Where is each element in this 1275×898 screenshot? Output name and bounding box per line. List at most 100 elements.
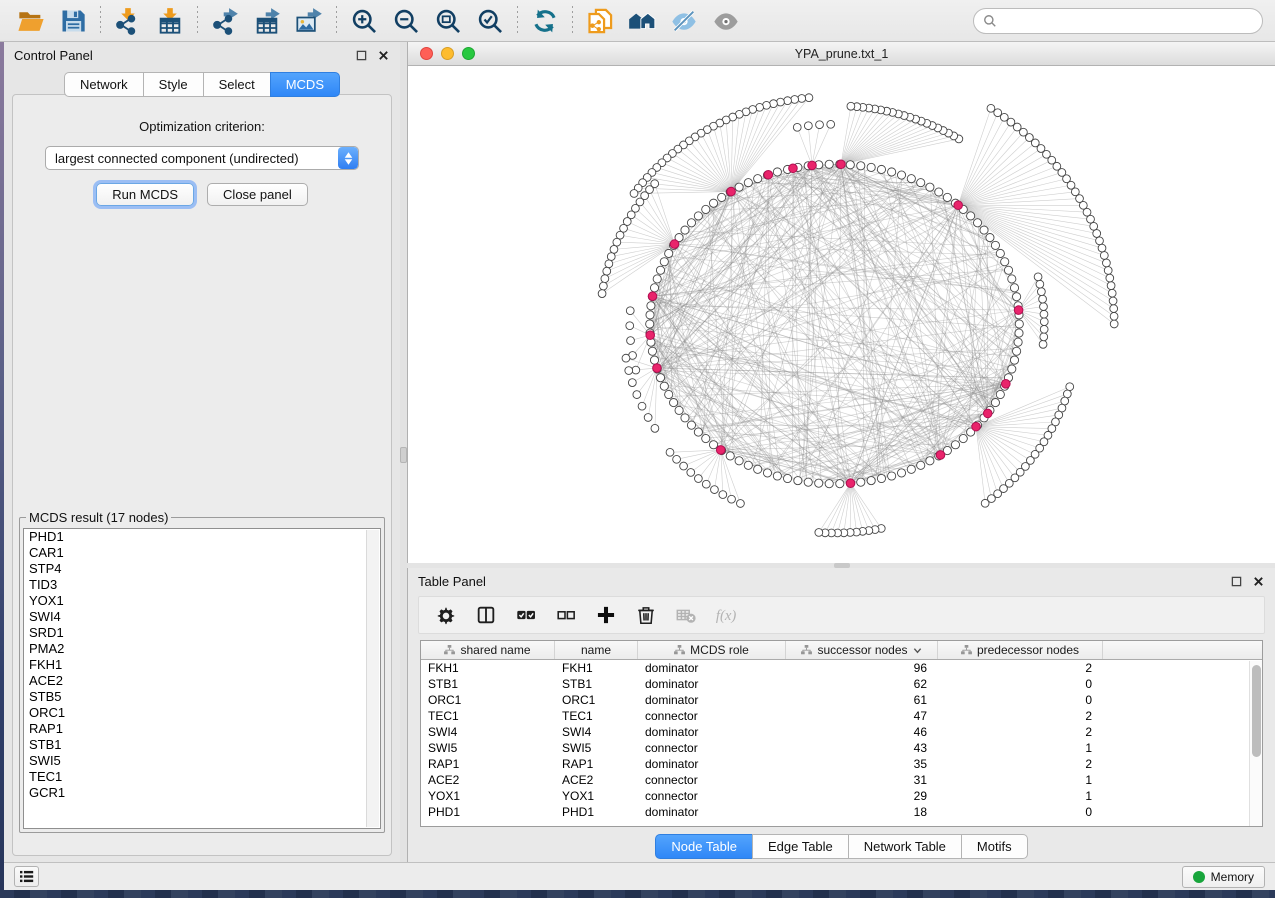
table-scrollbar[interactable] [1249, 661, 1262, 826]
memory-button[interactable]: Memory [1182, 866, 1265, 888]
export-image-button[interactable] [288, 4, 330, 38]
delete-table-button [671, 600, 701, 630]
scrollbar-thumb[interactable] [1252, 665, 1261, 757]
window-minimize-button[interactable] [441, 47, 454, 60]
tab-select[interactable]: Select [203, 72, 270, 97]
mcds-list-scrollbar[interactable] [366, 530, 379, 827]
table-cell: dominator [638, 756, 786, 772]
mcds-result-item: PHD1 [24, 529, 380, 545]
float-table-panel-button[interactable] [1227, 572, 1245, 590]
mcds-result-item: CAR1 [24, 545, 380, 561]
select-all-button[interactable] [511, 600, 541, 630]
toolbar-separator [100, 6, 101, 36]
column-label: name [581, 643, 611, 657]
table-cell: RAP1 [555, 756, 638, 772]
table-cell: ACE2 [555, 772, 638, 788]
close-mcds-panel-button[interactable]: Close panel [207, 183, 308, 206]
tab-network[interactable]: Network [64, 72, 143, 97]
first-neighbors-button[interactable] [621, 4, 663, 38]
import-table-icon [156, 7, 184, 35]
save-session-icon [59, 7, 87, 35]
save-session-button[interactable] [52, 4, 94, 38]
column-header-successor-nodes[interactable]: successor nodes [786, 641, 938, 659]
column-header-name[interactable]: name [555, 641, 638, 659]
delete-column-icon [635, 604, 657, 626]
table-cell: 43 [786, 740, 938, 756]
task-history-button[interactable] [14, 866, 39, 887]
zoom-selected-icon [476, 7, 504, 35]
zoom-selected-button[interactable] [469, 4, 511, 38]
table-cell: SWI4 [555, 724, 638, 740]
table-row[interactable]: FKH1FKH1dominator962 [421, 660, 1262, 676]
import-network-button[interactable] [107, 4, 149, 38]
window-close-button[interactable] [420, 47, 433, 60]
table-cell: ORC1 [421, 692, 555, 708]
network-canvas[interactable] [408, 66, 1275, 563]
search-field[interactable] [973, 8, 1263, 34]
network-window-titlebar[interactable]: YPA_prune.txt_1 [408, 42, 1275, 66]
table-cell: 47 [786, 708, 938, 724]
clone-network-button[interactable] [579, 4, 621, 38]
function-builder-button: f(x) [711, 600, 741, 630]
export-network-button[interactable] [204, 4, 246, 38]
close-panel-button[interactable] [374, 46, 392, 64]
table-settings-button[interactable] [431, 600, 461, 630]
control-panel-title: Control Panel [14, 48, 93, 63]
table-cell: 62 [786, 676, 938, 692]
refresh-button[interactable] [524, 4, 566, 38]
open-file-button[interactable] [10, 4, 52, 38]
table-row[interactable]: SWI5SWI5connector431 [421, 740, 1262, 756]
tab-node-table[interactable]: Node Table [655, 834, 752, 859]
search-input[interactable] [1003, 14, 1253, 28]
network-graph[interactable] [408, 66, 1275, 563]
table-cell: connector [638, 788, 786, 804]
import-table-button[interactable] [149, 4, 191, 38]
splitter-grip[interactable] [400, 447, 407, 463]
add-column-button[interactable] [591, 600, 621, 630]
close-table-panel-button[interactable] [1249, 572, 1267, 590]
vertical-splitter[interactable] [400, 42, 407, 862]
window-maximize-button[interactable] [462, 47, 475, 60]
mcds-result-item: SWI4 [24, 609, 380, 625]
table-cell: connector [638, 740, 786, 756]
dropdown-stepper-icon [338, 147, 358, 169]
export-network-icon [211, 7, 239, 35]
tab-network-table[interactable]: Network Table [848, 834, 961, 859]
float-panel-button[interactable] [352, 46, 370, 64]
zoom-fit-button[interactable] [427, 4, 469, 38]
toolbar-buttons [10, 4, 747, 38]
table-cell: 46 [786, 724, 938, 740]
hide-selected-button[interactable] [663, 4, 705, 38]
table-row[interactable]: YOX1YOX1connector291 [421, 788, 1262, 804]
column-header-shared-name[interactable]: shared name [421, 641, 555, 659]
column-header-predecessor-nodes[interactable]: predecessor nodes [938, 641, 1103, 659]
table-row[interactable]: ORC1ORC1dominator610 [421, 692, 1262, 708]
clear-selection-button[interactable] [551, 600, 581, 630]
zoom-out-button[interactable] [385, 4, 427, 38]
mcds-result-list[interactable]: PHD1CAR1STP4TID3YOX1SWI4SRD1PMA2FKH1ACE2… [23, 528, 381, 829]
tab-motifs[interactable]: Motifs [961, 834, 1028, 859]
table-cell: 1 [938, 772, 1103, 788]
table-body: FKH1FKH1dominator962STB1STB1dominator620… [421, 660, 1262, 820]
criterion-value: largest connected component (undirected) [46, 151, 338, 166]
show-all-button[interactable] [705, 4, 747, 38]
tab-style[interactable]: Style [143, 72, 203, 97]
zoom-in-button[interactable] [343, 4, 385, 38]
tab-edge-table[interactable]: Edge Table [752, 834, 848, 859]
table-row[interactable]: RAP1RAP1dominator352 [421, 756, 1262, 772]
export-table-button[interactable] [246, 4, 288, 38]
table-row[interactable]: STB1STB1dominator620 [421, 676, 1262, 692]
criterion-dropdown[interactable]: largest connected component (undirected) [45, 146, 359, 170]
run-mcds-button[interactable]: Run MCDS [96, 183, 194, 206]
column-header-MCDS-role[interactable]: MCDS role [638, 641, 786, 659]
table-row[interactable]: ACE2ACE2connector311 [421, 772, 1262, 788]
table-row[interactable]: TEC1TEC1connector472 [421, 708, 1262, 724]
mcds-result-item: STP4 [24, 561, 380, 577]
table-row[interactable]: SWI4SWI4dominator462 [421, 724, 1262, 740]
tab-mcds[interactable]: MCDS [270, 72, 340, 97]
table-cell: 31 [786, 772, 938, 788]
delete-column-button[interactable] [631, 600, 661, 630]
format-columns-button[interactable] [471, 600, 501, 630]
table-row[interactable]: PHD1PHD1dominator180 [421, 804, 1262, 820]
table-cell: PHD1 [555, 804, 638, 820]
